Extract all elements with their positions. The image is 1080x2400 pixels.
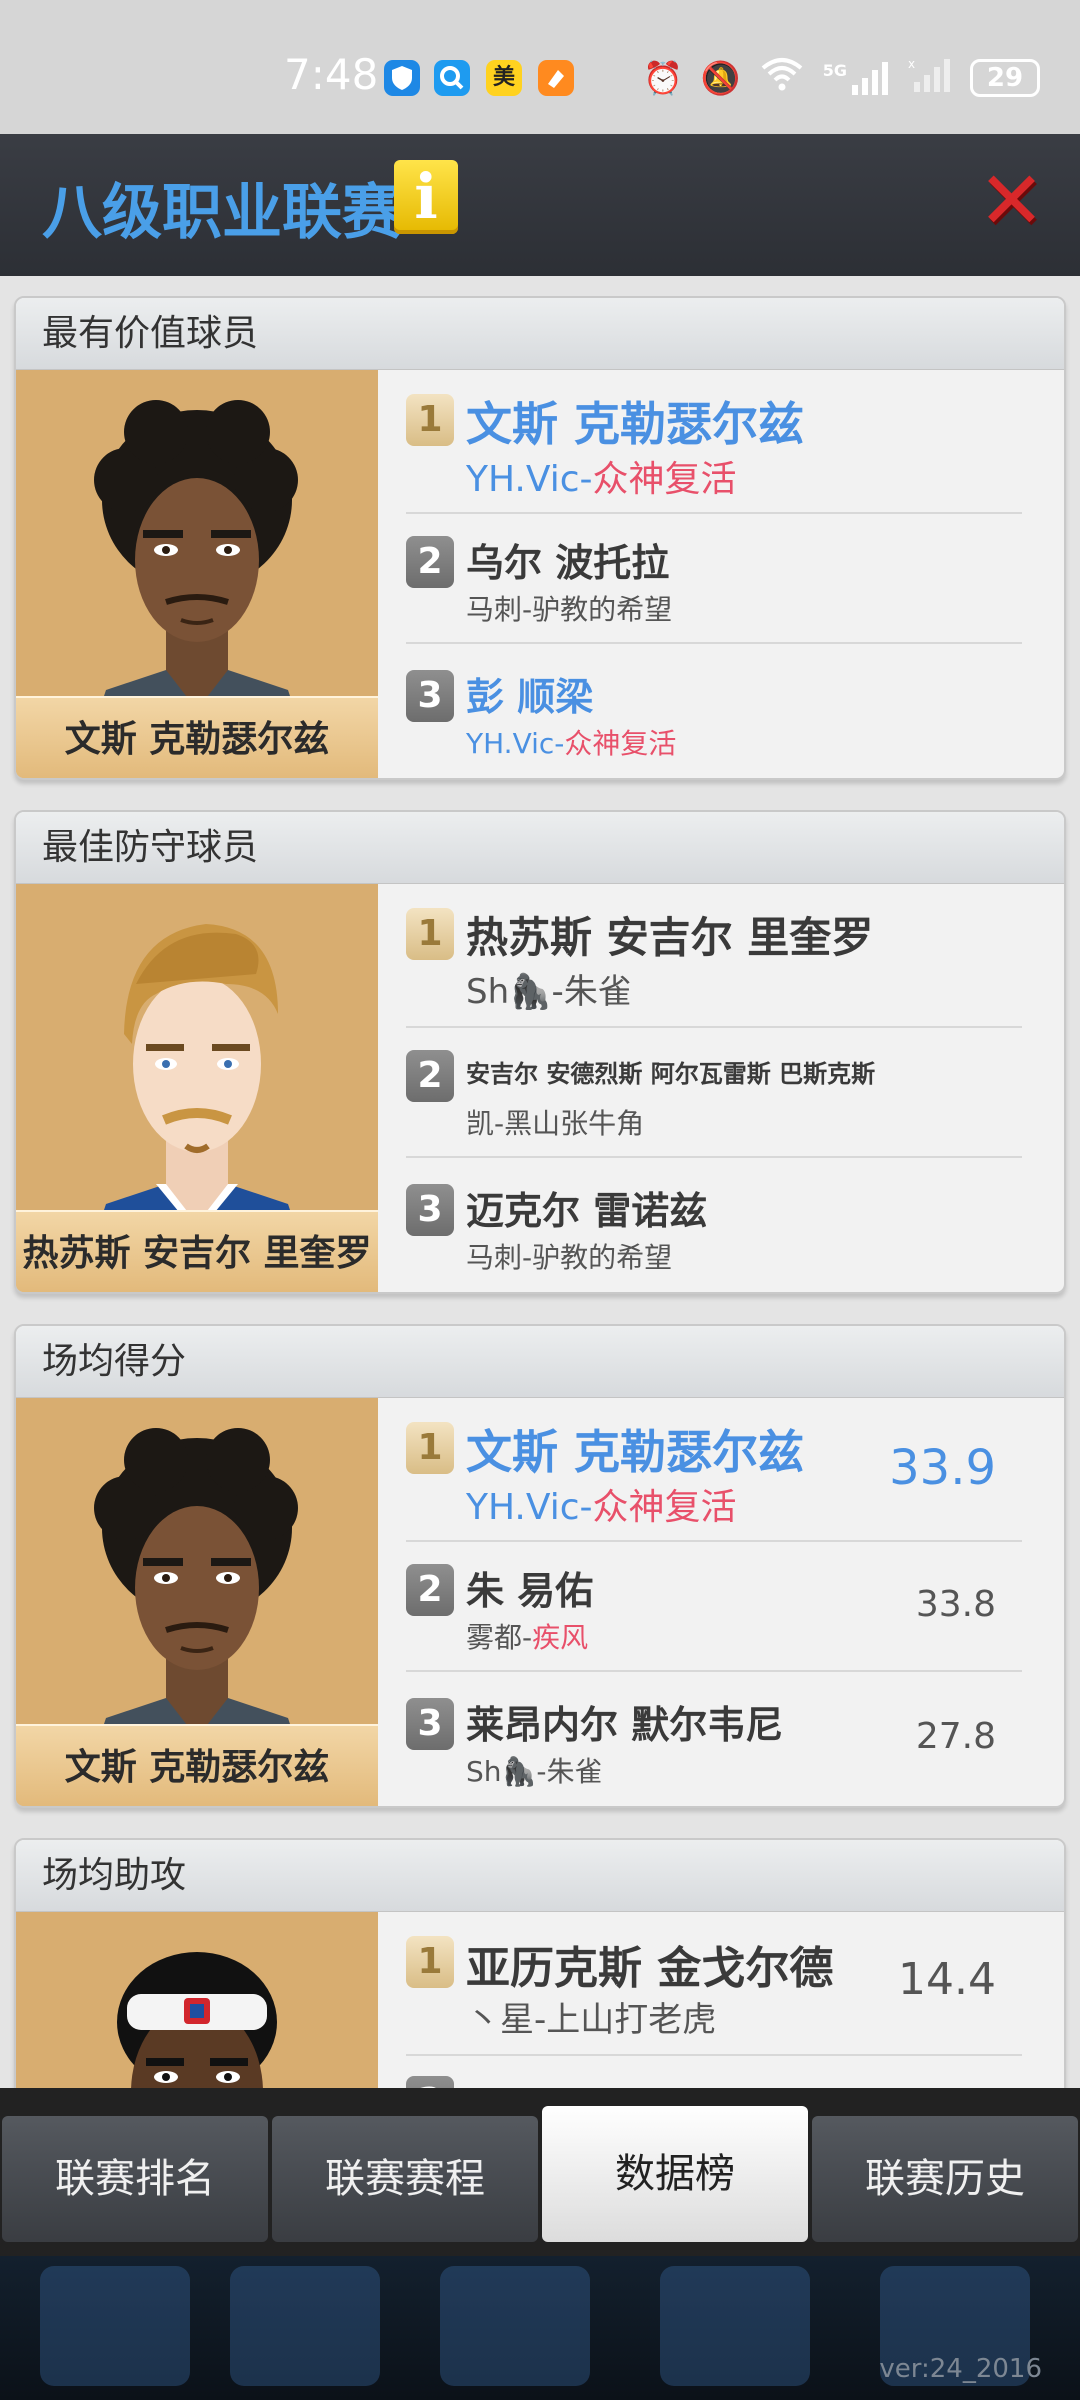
meituan-icon: 美 — [486, 60, 522, 96]
featured-player-name: 文斯 克勒瑟尔兹 — [16, 696, 378, 778]
stat-value: 14.4 — [898, 1954, 996, 2005]
background-nav-icon — [230, 2266, 380, 2386]
shield-icon — [384, 60, 420, 96]
rank-badge: 3 — [406, 670, 454, 722]
ranking-list: 1 文斯 克勒瑟尔兹 YH.Vic-众神复活 33.9 2 朱 易佑 雾都-疾风… — [392, 1398, 1052, 1806]
ranking-row[interactable]: 2 安吉尔 安德烈斯 阿尔瓦雷斯 巴斯克斯 凯-黑山张牛角 — [392, 1028, 1052, 1158]
team-name: 凯-黑山张牛角 — [466, 1107, 645, 1140]
rank-badge: 2 — [406, 1050, 454, 1102]
section-title: 场均助攻 — [16, 1840, 1064, 1912]
team-name: Sh🦍-朱雀 — [466, 1755, 603, 1788]
ranking-row[interactable]: 1 热苏斯 安吉尔 里奎罗 凯-黑山张牛角Sh🦍-朱雀 — [392, 884, 1052, 1028]
svg-text:x: x — [908, 58, 915, 71]
page-title: 八级职业联赛 — [42, 178, 402, 248]
tab-league-ranking[interactable]: 联赛排名 — [2, 2116, 268, 2242]
player-name: 文斯 克勒瑟尔兹 — [466, 1425, 805, 1479]
stats-list[interactable]: 最有价值球员 文斯 克勒瑟尔兹 1 文斯 克勒瑟尔兹 YH.Vic-众神复活 2… — [0, 276, 1080, 2088]
rank-badge: 1 — [406, 394, 454, 446]
stat-value: 27.8 — [915, 1716, 996, 1757]
ranking-list: 1 亚历克斯 金戈尔德 丶星-上山打老虎 14.4 2 — [392, 1912, 1052, 2088]
player-portrait[interactable] — [16, 1912, 378, 2088]
section-title: 场均得分 — [16, 1326, 1064, 1398]
ranking-row[interactable]: 1 文斯 克勒瑟尔兹 YH.Vic-众神复活 — [392, 370, 1052, 514]
close-button[interactable]: ✕ — [978, 161, 1045, 241]
player-portrait[interactable]: 文斯 克勒瑟尔兹 — [16, 370, 378, 778]
battery-indicator: 29 — [970, 59, 1040, 97]
search-app-icon — [434, 60, 470, 96]
bottom-tab-bar: 联赛排名 联赛赛程 数据榜 联赛历史 — [0, 2088, 1080, 2256]
team-name: 马刺-驴教的希望 — [466, 593, 673, 626]
rank-badge: 1 — [406, 1936, 454, 1988]
section-mvp: 最有价值球员 文斯 克勒瑟尔兹 1 文斯 克勒瑟尔兹 YH.Vic-众神复活 2… — [14, 296, 1066, 780]
player-name: 彭 顺梁 — [466, 675, 594, 719]
team-name: YH.Vic-众神复活 — [466, 727, 677, 760]
player-name: 安吉尔 安德烈斯 阿尔瓦雷斯 巴斯克斯 — [466, 1060, 876, 1088]
rank-badge: 2 — [406, 2076, 454, 2088]
rank-badge: 3 — [406, 1184, 454, 1236]
section-assists-per-game: 场均助攻 1 亚历克斯 金戈尔德 丶星-上山打老虎 14.4 2 — [14, 1838, 1066, 2088]
team-name: 雾都-疾风 — [466, 1621, 589, 1654]
rank-badge: 1 — [406, 908, 454, 960]
app-header: 八级职业联赛 i ✕ — [0, 134, 1080, 276]
section-points-per-game: 场均得分 文斯 克勒瑟尔兹 1 文斯 克勒瑟尔兹 YH.Vic-众神复活 33.… — [14, 1324, 1066, 1808]
player-avatar-headband-icon — [117, 1952, 277, 2088]
tab-stats-leaderboard[interactable]: 数据榜 — [542, 2106, 808, 2242]
ranking-row[interactable]: 1 亚历克斯 金戈尔德 丶星-上山打老虎 14.4 — [392, 1912, 1052, 2056]
tab-league-schedule[interactable]: 联赛赛程 — [272, 2116, 538, 2242]
info-button[interactable]: i — [394, 160, 458, 234]
rank-badge: 1 — [406, 1422, 454, 1474]
featured-player-name: 热苏斯 安吉尔 里奎罗 — [16, 1210, 378, 1292]
section-defense: 最佳防守球员 热苏斯 安吉尔 里奎罗 1 热苏斯 安吉尔 里奎罗 Sh🦍-朱雀 … — [14, 810, 1066, 1294]
background-game-nav: ver:24_2016 — [0, 2256, 1080, 2400]
player-name: 迈克尔 雷诺兹 — [466, 1189, 708, 1233]
ranking-row[interactable]: 2 朱 易佑 雾都-疾风 33.8 — [392, 1542, 1052, 1672]
ranking-row[interactable]: 3 彭 顺梁 YH.Vic-众神复活 — [392, 644, 1052, 778]
signal-weak-icon: x — [908, 57, 952, 99]
ranking-list: 1 文斯 克勒瑟尔兹 YH.Vic-众神复活 2 乌尔 波托拉 马刺-驴教的希望… — [392, 370, 1052, 778]
stat-value: 33.8 — [915, 1584, 996, 1625]
mute-icon: 🔕 — [700, 59, 741, 97]
ranking-row[interactable]: 3 莱昂内尔 默尔韦尼 Sh🦍-朱雀 27.8 — [392, 1672, 1052, 1806]
signal-5g-icon: 5G — [823, 61, 890, 95]
wifi-icon — [759, 56, 805, 100]
ranking-row[interactable]: 2 — [392, 2056, 1052, 2088]
section-title: 最佳防守球员 — [16, 812, 1064, 884]
team-name: YH.Vic-众神复活 — [466, 459, 737, 500]
team-name: 丶星-上山打老虎 — [466, 2000, 717, 2040]
version-label: ver:24_2016 — [879, 2354, 1042, 2384]
orange-app-icon — [538, 60, 574, 96]
tab-league-history[interactable]: 联赛历史 — [812, 2116, 1078, 2242]
team-name: 马刺-驴教的希望 — [466, 1241, 673, 1274]
status-bar: 7:48 美 ⏰ 🔕 5G x 29 — [0, 0, 1080, 134]
ranking-row[interactable]: 3 迈克尔 雷诺兹 马刺-驴教的希望 — [392, 1158, 1052, 1292]
background-nav-icon — [440, 2266, 590, 2386]
alarm-icon: ⏰ — [643, 59, 683, 97]
background-nav-icon — [660, 2266, 810, 2386]
ranking-row[interactable]: 1 文斯 克勒瑟尔兹 YH.Vic-众神复活 33.9 — [392, 1398, 1052, 1542]
player-portrait[interactable]: 文斯 克勒瑟尔兹 — [16, 1398, 378, 1806]
player-name: 热苏斯 安吉尔 里奎罗 — [466, 913, 874, 962]
player-name: 朱 易佑 — [466, 1569, 594, 1613]
player-name: 亚历克斯 金戈尔德 — [466, 1943, 834, 1994]
player-name: 文斯 克勒瑟尔兹 — [466, 397, 805, 451]
background-nav-icon — [40, 2266, 190, 2386]
section-title: 最有价值球员 — [16, 298, 1064, 370]
rank-badge: 3 — [406, 1698, 454, 1750]
player-portrait[interactable]: 热苏斯 安吉尔 里奎罗 — [16, 884, 378, 1292]
ranking-row[interactable]: 2 乌尔 波托拉 马刺-驴教的希望 — [392, 514, 1052, 644]
status-time: 7:48 — [284, 50, 379, 99]
player-name: 莱昂内尔 默尔韦尼 — [466, 1703, 784, 1747]
rank-badge: 2 — [406, 536, 454, 588]
status-right-icons: ⏰ 🔕 5G x 29 — [643, 56, 1040, 100]
rank-badge: 2 — [406, 1564, 454, 1616]
team-name: YH.Vic-众神复活 — [466, 1487, 737, 1528]
featured-player-name: 文斯 克勒瑟尔兹 — [16, 1724, 378, 1806]
team-name: 凯-黑山张牛角Sh🦍-朱雀 — [466, 972, 632, 1012]
player-name: 乌尔 波托拉 — [466, 541, 670, 585]
stat-value: 33.9 — [889, 1440, 996, 1496]
ranking-list: 1 热苏斯 安吉尔 里奎罗 凯-黑山张牛角Sh🦍-朱雀 2 安吉尔 安德烈斯 阿… — [392, 884, 1052, 1292]
